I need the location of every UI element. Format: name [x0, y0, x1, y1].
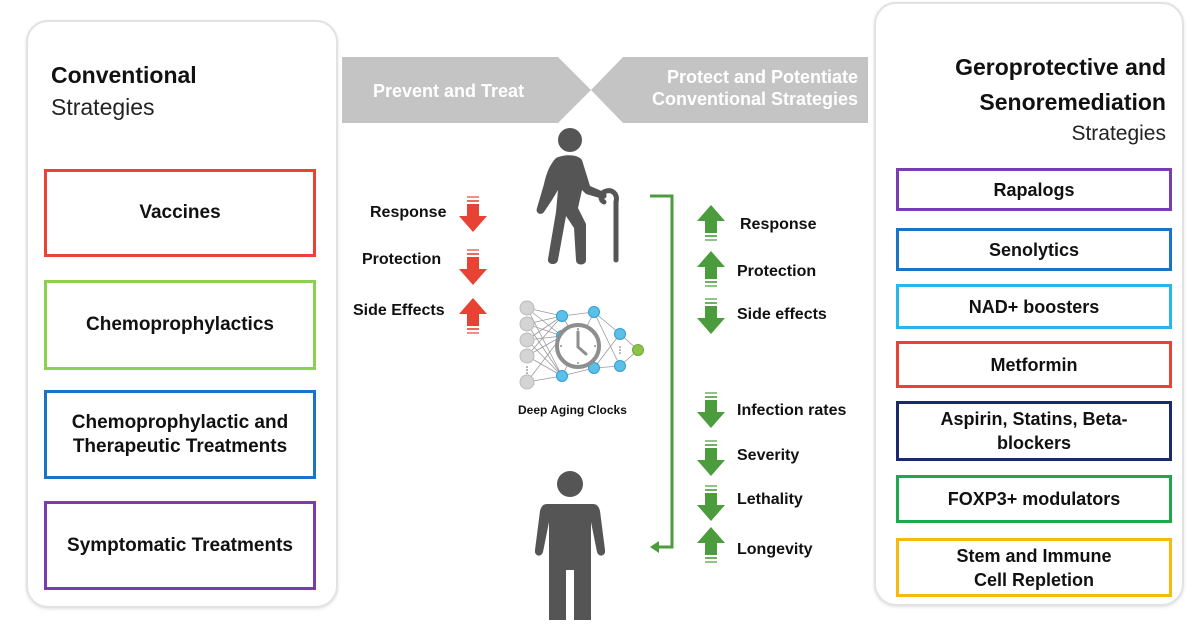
banner-protect-line2: Conventional Strategies: [651, 89, 858, 109]
effect-label-response-conventional: Response: [370, 204, 447, 221]
deep-aging-clocks-label: Deep Aging Clocks: [518, 403, 627, 417]
arrow-up-green-icon: [697, 205, 725, 241]
conventional-strategies-panel: Conventional Strategies Vaccines Chemopr…: [26, 20, 338, 608]
banner-protect-line1: Protect and Potentiate: [666, 67, 858, 87]
arrow-down-green-icon: [697, 440, 725, 476]
banner-prevent-treat-label: Prevent and Treat: [373, 81, 525, 101]
flow-bracket-arrow: [650, 194, 674, 553]
strategy-box-senolytics: Senolytics: [896, 228, 1172, 271]
arrow-down-green-icon: [697, 298, 725, 334]
strategy-box-aspirin-statins: Aspirin, Statins, Beta-blockers: [896, 401, 1172, 461]
strategy-box-stem-immune-repletion: Stem and Immune Cell Repletion: [896, 538, 1172, 597]
arrow-up-green-icon: [697, 251, 725, 287]
elderly-person-icon: [536, 128, 619, 265]
strategy-box-chemoprophylactics: Chemoprophylactics: [44, 280, 316, 370]
right-panel-subtitle: Strategies: [1071, 122, 1166, 145]
strategy-box-symptomatic-treatments: Symptomatic Treatments: [44, 501, 316, 590]
effect-label-protection-conventional: Protection: [362, 251, 442, 268]
strategy-box-rapalogs: Rapalogs: [896, 168, 1172, 211]
effect-label-response-geroprotective: Response: [740, 216, 817, 233]
effect-label-infection-rates: Infection rates: [737, 402, 847, 419]
left-panel-title: Conventional: [51, 62, 197, 88]
effect-label-side-effects-geroprotective: Side effects: [737, 306, 827, 323]
strategy-box-nad-boosters: NAD+ boosters: [896, 284, 1172, 329]
arrow-down-green-icon: [697, 485, 725, 521]
left-panel-subtitle: Strategies: [51, 94, 155, 120]
effect-label-longevity: Longevity: [737, 541, 813, 558]
effect-label-lethality: Lethality: [737, 491, 803, 508]
arrow-down-green-icon: [697, 392, 725, 428]
effect-label-severity: Severity: [737, 447, 800, 464]
banner-protect-potentiate-label: Protect and Potentiate Conventional Stra…: [620, 66, 858, 110]
arrow-down-red-icon: [459, 196, 487, 232]
deep-aging-clock-icon: [519, 300, 644, 390]
effect-label-protection-geroprotective: Protection: [737, 263, 817, 280]
effect-label-side-effects-conventional: Side Effects: [353, 302, 445, 319]
adult-person-icon: [534, 471, 606, 620]
right-panel-title-line1: Geroprotective and: [955, 54, 1166, 80]
strategy-box-vaccines: Vaccines: [44, 169, 316, 257]
right-panel-title-line2: Senoremediation: [979, 89, 1166, 115]
strategy-box-foxp3-modulators: FOXP3+ modulators: [896, 475, 1172, 523]
arrow-up-green-icon: [697, 527, 725, 563]
arrow-up-red-icon: [459, 298, 487, 334]
strategy-box-chemoprophylactic-therapeutic: Chemoprophylactic and Therapeutic Treatm…: [44, 390, 316, 479]
strategy-box-metformin: Metformin: [896, 341, 1172, 388]
geroprotective-strategies-panel: Geroprotective and Senoremediation Strat…: [874, 2, 1184, 606]
arrow-down-red-icon: [459, 249, 487, 285]
